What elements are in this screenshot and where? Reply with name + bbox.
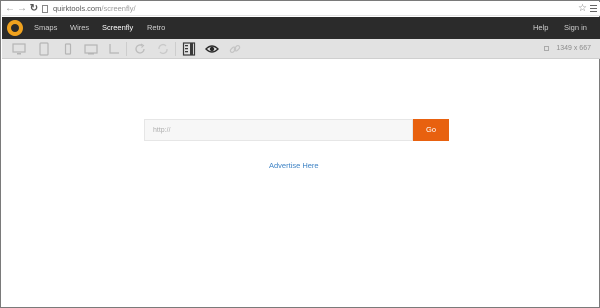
- forward-icon[interactable]: →: [17, 3, 27, 14]
- browser-menu-icon[interactable]: [590, 5, 597, 12]
- url-input[interactable]: [144, 119, 413, 141]
- browser-window: ← → ↻ quirktools.com/screenfly/ ☆ Smaps …: [0, 0, 600, 308]
- television-icon[interactable]: [84, 42, 98, 56]
- nav-screenfly[interactable]: Screenfly: [102, 17, 133, 39]
- refresh-icon[interactable]: [156, 42, 170, 56]
- nav-smaps[interactable]: Smaps: [34, 17, 57, 39]
- quirktools-logo-icon[interactable]: [7, 20, 23, 36]
- tablet-icon[interactable]: [37, 42, 51, 56]
- page-icon: [42, 5, 48, 13]
- scrollbar-icon[interactable]: [182, 42, 196, 56]
- back-icon[interactable]: ←: [5, 3, 15, 14]
- app-navbar: Smaps Wires Screenfly Retro Help Sign in: [2, 17, 600, 39]
- url-path: /screenfly/: [101, 4, 136, 13]
- nav-sign-in[interactable]: Sign in: [564, 17, 587, 39]
- address-bar[interactable]: quirktools.com/screenfly/: [42, 3, 572, 15]
- address-text[interactable]: quirktools.com/screenfly/: [53, 3, 136, 15]
- phone-icon[interactable]: [61, 42, 75, 56]
- toolbar-divider: [126, 42, 127, 56]
- go-button[interactable]: Go: [413, 119, 449, 141]
- share-link-icon[interactable]: [228, 42, 242, 56]
- desktop-icon[interactable]: [12, 42, 26, 56]
- toolbar-divider: [175, 42, 176, 56]
- rotate-icon[interactable]: [133, 42, 147, 56]
- preview-eye-icon[interactable]: [205, 42, 219, 56]
- resolution-readout: 1349 x 667: [556, 45, 591, 52]
- resize-icon: [544, 46, 549, 51]
- advertise-link[interactable]: Advertise Here: [269, 161, 319, 170]
- custom-size-icon[interactable]: [107, 42, 121, 56]
- nav-wires[interactable]: Wires: [70, 17, 89, 39]
- bookmark-star-icon[interactable]: ☆: [578, 2, 587, 15]
- nav-retro[interactable]: Retro: [147, 17, 165, 39]
- reload-icon[interactable]: ↻: [29, 3, 39, 14]
- browser-toolbar: ← → ↻ quirktools.com/screenfly/ ☆: [2, 2, 600, 16]
- device-toolbar: 1349 x 667: [2, 39, 600, 59]
- nav-help[interactable]: Help: [533, 17, 548, 39]
- url-host: quirktools.com: [53, 4, 102, 13]
